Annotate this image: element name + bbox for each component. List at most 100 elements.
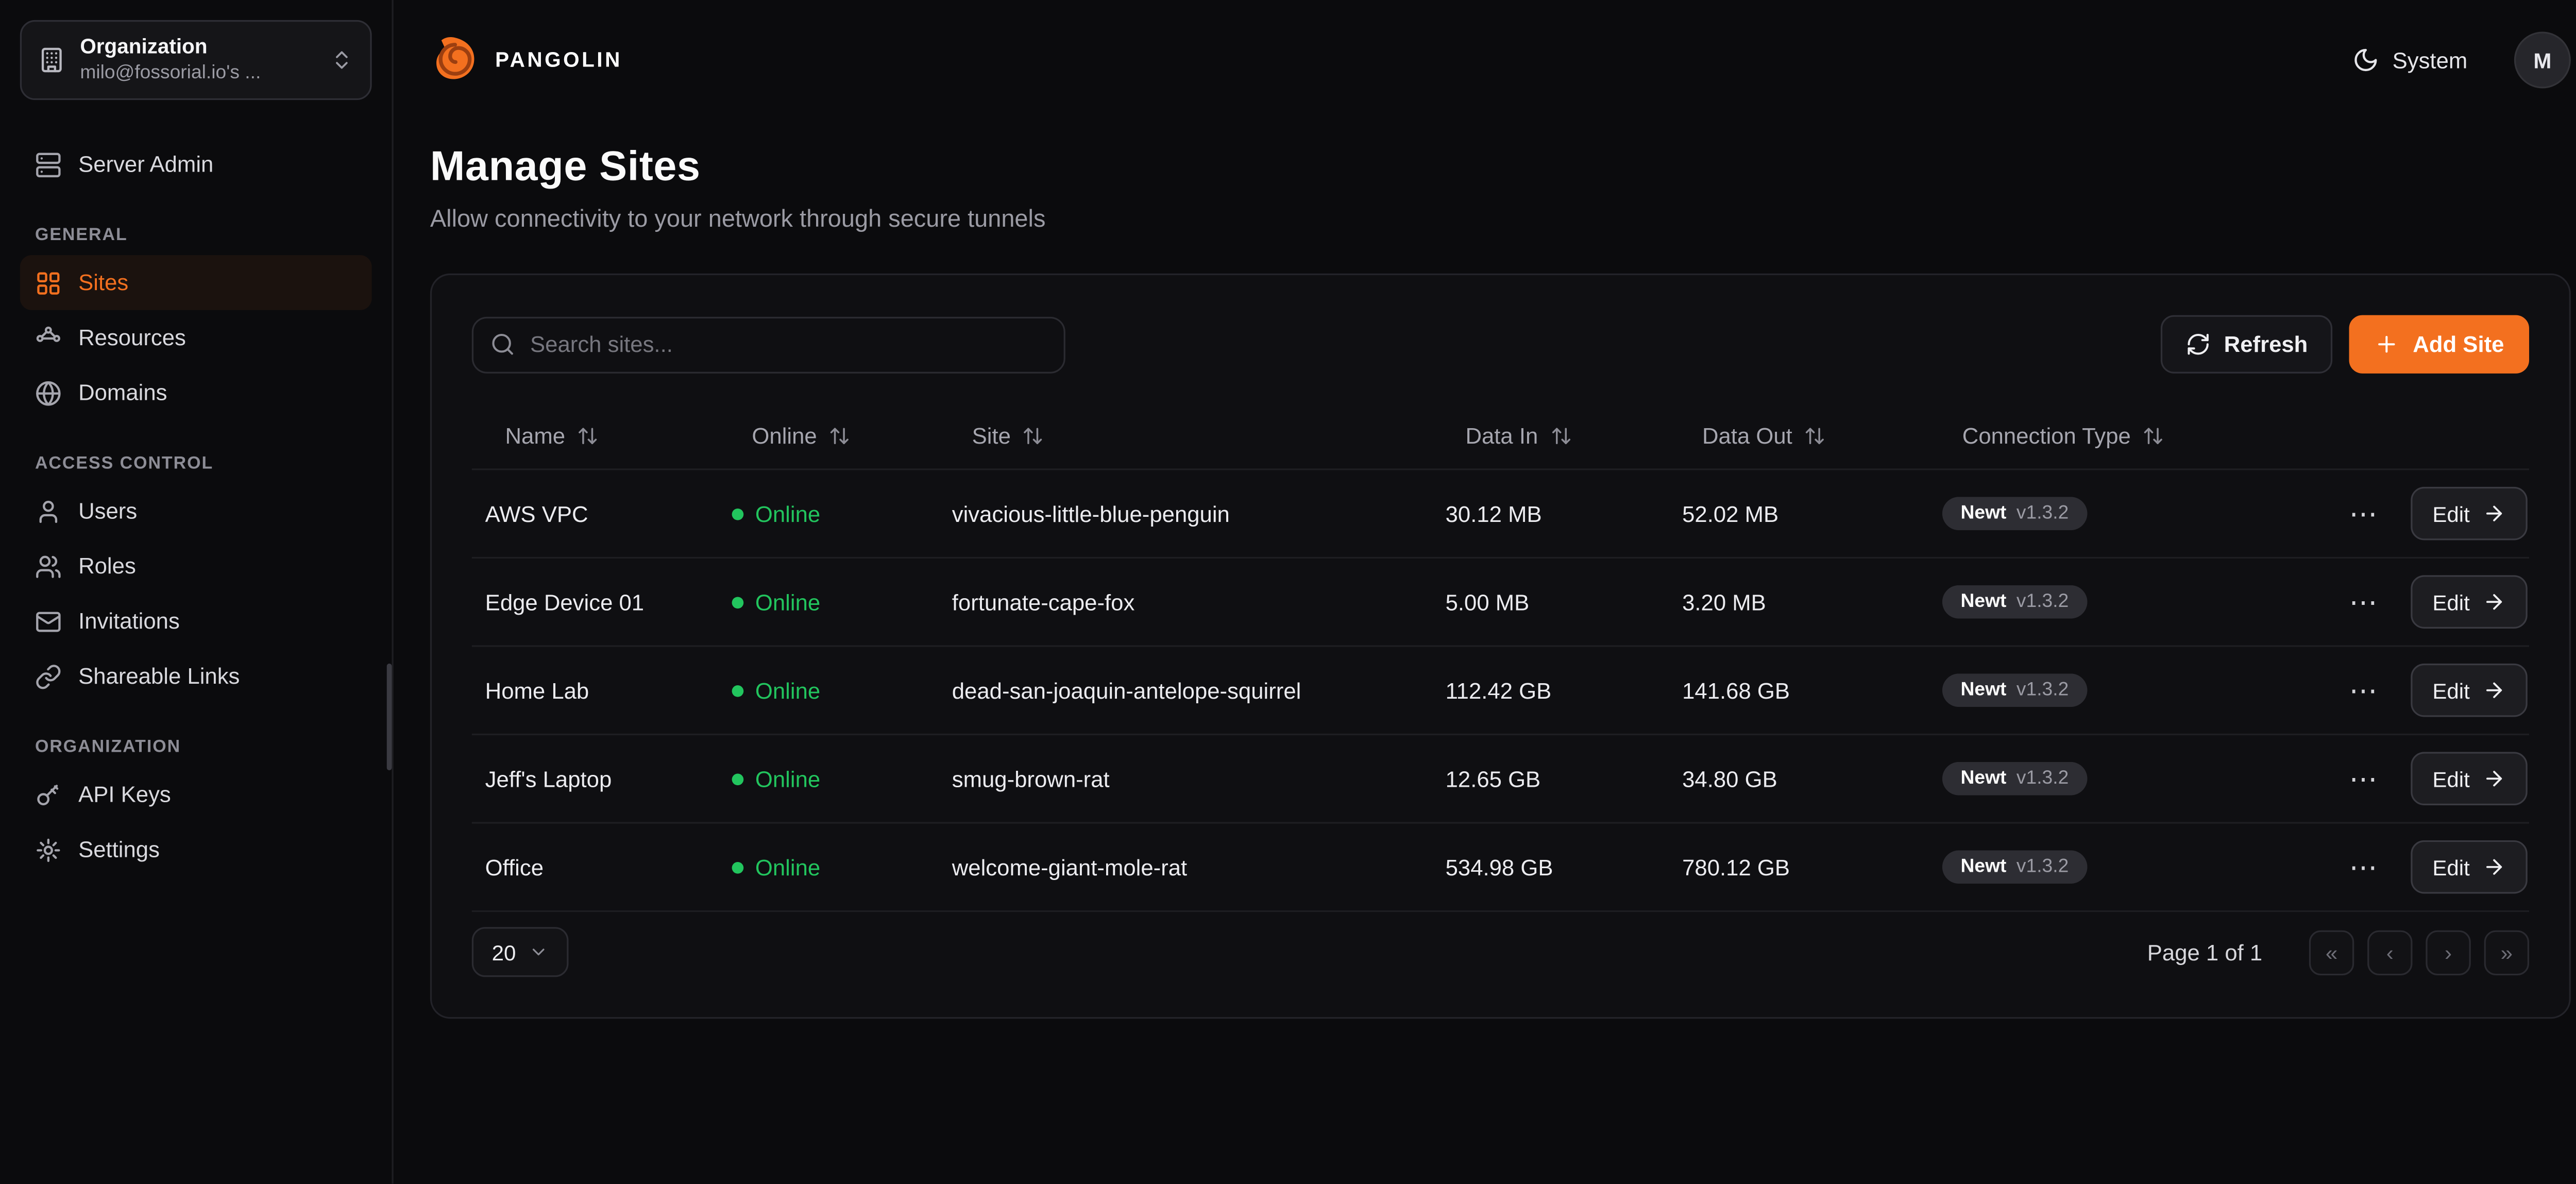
conn-version: v1.3.2 [2016,680,2069,700]
brand: PANGOLIN [430,35,622,85]
chevrons-left-icon: « [2326,939,2337,965]
sidebar-item-users[interactable]: Users [20,483,372,538]
chevron-right-icon: › [2445,939,2452,965]
globe-icon [35,379,62,406]
sidebar-item-label: API Keys [78,782,171,807]
section-label-general: GENERAL [35,225,372,245]
chevrons-right-icon: » [2501,939,2513,965]
first-page-button[interactable]: « [2309,929,2354,974]
sidebar-item-label: Users [78,499,137,524]
prev-page-button[interactable]: ‹ [2367,929,2412,974]
column-header-connection-type[interactable]: Connection Type [1929,424,2329,449]
sidebar-item-sites[interactable]: Sites [20,255,372,310]
search-wrap [472,316,1065,373]
sidebar-item-api-keys[interactable]: API Keys [20,767,372,822]
column-header-name[interactable]: Name [472,424,719,449]
status-text: Online [755,678,820,703]
sidebar-item-resources[interactable]: Resources [20,310,372,365]
avatar[interactable]: M [2514,31,2571,88]
connection-type-cell: Newtv1.3.2 [1929,585,2329,619]
data-in-value: 30.12 MB [1432,501,1669,526]
arrow-right-icon [2483,590,2506,614]
column-header-online[interactable]: Online [719,424,939,449]
site-slug: dead-san-joaquin-antelope-squirrel [939,678,1432,703]
row-menu-button[interactable]: ⋯ [2343,846,2384,888]
conn-name: Newt [1961,503,2007,523]
site-slug: fortunate-cape-fox [939,589,1432,615]
search-input[interactable] [472,316,1065,373]
sidebar-item-server-admin[interactable]: Server Admin [20,137,372,192]
sort-icon [828,425,850,447]
sites-card: Refresh Add Site Name Onl [430,274,2571,1019]
table-header: Name Online Site Data In Data Out [472,403,2529,470]
org-selector[interactable]: Organization milo@fossorial.io's ... [20,20,372,100]
online-dot-icon [732,773,744,785]
plus-icon [2375,332,2400,357]
edit-button[interactable]: Edit [2411,664,2528,717]
sidebar-item-label: Sites [78,270,128,295]
sidebar-item-shareable-links[interactable]: Shareable Links [20,649,372,704]
row-actions: ⋯ Edit [2329,840,2532,894]
sidebar-item-roles[interactable]: Roles [20,538,372,594]
page-subtitle: Allow connectivity to your network throu… [430,207,2571,233]
sidebar-scrollbar[interactable] [387,664,392,770]
add-site-button[interactable]: Add Site [2349,315,2529,374]
edit-button[interactable]: Edit [2411,575,2528,629]
link-icon [35,663,62,689]
column-header-site[interactable]: Site [939,424,1432,449]
sidebar-item-domains[interactable]: Domains [20,365,372,420]
row-menu-button[interactable]: ⋯ [2343,493,2384,534]
site-status: Online [719,678,939,703]
connection-badge: Newtv1.3.2 [1942,585,2087,619]
edit-button[interactable]: Edit [2411,487,2528,540]
data-out-value: 141.68 GB [1669,678,1929,703]
search-icon [490,331,515,356]
next-page-button[interactable]: › [2426,929,2470,974]
sidebar-item-label: Shareable Links [78,664,240,689]
sidebar-item-label: Domains [78,380,167,405]
main-content: PANGOLIN System M Manage Sites Allow con… [394,0,2576,1184]
row-menu-button[interactable]: ⋯ [2343,758,2384,800]
row-menu-button[interactable]: ⋯ [2343,669,2384,711]
conn-name: Newt [1961,769,2007,789]
sidebar-item-label: Roles [78,553,136,579]
edit-button[interactable]: Edit [2411,752,2528,805]
sort-icon [2143,425,2164,447]
site-name: Office [472,854,719,879]
sidebar-item-settings[interactable]: Settings [20,822,372,877]
online-dot-icon [732,508,744,519]
connection-type-cell: Newtv1.3.2 [1929,850,2329,884]
sidebar-item-label: Settings [78,837,160,862]
table-footer: 20 Page 1 of 1 « ‹ › » [472,927,2529,977]
brand-name: PANGOLIN [495,48,622,72]
row-actions: ⋯ Edit [2329,487,2532,540]
site-slug: smug-brown-rat [939,766,1432,791]
column-header-data-out[interactable]: Data Out [1669,424,1929,449]
row-menu-button[interactable]: ⋯ [2343,581,2384,623]
arrow-right-icon [2483,502,2506,525]
site-name: AWS VPC [472,501,719,526]
edit-button[interactable]: Edit [2411,840,2528,894]
site-slug: welcome-giant-mole-rat [939,854,1432,879]
page-size-select[interactable]: 20 [472,927,569,977]
ellipsis-icon: ⋯ [2349,763,2378,794]
table-row: Office Online welcome-giant-mole-rat 534… [472,824,2529,912]
sidebar-item-label: Server Admin [78,151,213,177]
site-status: Online [719,501,939,526]
column-header-data-in[interactable]: Data In [1432,424,1669,449]
sort-icon [1023,425,1044,447]
status-text: Online [755,766,820,791]
site-name: Home Lab [472,678,719,703]
arrow-right-icon [2483,767,2506,790]
conn-version: v1.3.2 [2016,503,2069,523]
online-dot-icon [732,596,744,608]
last-page-button[interactable]: » [2484,929,2529,974]
sidebar-item-invitations[interactable]: Invitations [20,594,372,649]
app-window: Organization milo@fossorial.io's ... Ser… [0,0,2576,1184]
refresh-button[interactable]: Refresh [2161,315,2333,374]
gear-icon [35,836,62,863]
building-icon [38,47,65,74]
theme-toggle[interactable]: System [2343,45,2478,75]
card-toolbar: Refresh Add Site [472,315,2529,374]
data-in-value: 112.42 GB [1432,678,1669,703]
